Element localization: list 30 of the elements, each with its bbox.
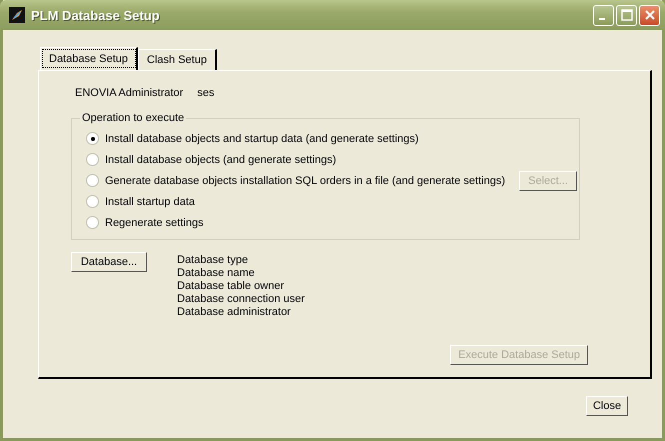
database-button[interactable]: Database...: [71, 252, 147, 272]
app-icon: [9, 7, 25, 23]
radio-option[interactable]: Install startup data: [86, 195, 195, 208]
database-info-label: Database connection user: [177, 293, 305, 306]
close-dialog-button[interactable]: Close: [586, 396, 628, 416]
admin-label: ENOVIA Administrator: [75, 87, 184, 99]
database-info-label: Database administrator: [177, 306, 292, 319]
close-button[interactable]: [639, 4, 660, 26]
minimize-button[interactable]: [593, 4, 614, 26]
radio-option[interactable]: Generate database objects installation SQL orders in a file (and generate settings): [86, 174, 506, 187]
radio-button[interactable]: [86, 153, 99, 166]
database-info-label: Database table owner: [177, 280, 286, 293]
group-title: Operation to execute: [81, 112, 186, 124]
radio-option[interactable]: Install database objects and startup data (and generate settings): [86, 132, 419, 145]
radio-button[interactable]: [86, 132, 99, 145]
window-title: PLM Database Setup: [31, 8, 161, 22]
maximize-button[interactable]: [616, 4, 637, 26]
minimize-icon: [598, 18, 604, 20]
radio-button[interactable]: [86, 195, 99, 208]
radio-option[interactable]: Regenerate settings: [86, 216, 204, 229]
radio-button[interactable]: [86, 174, 99, 187]
maximize-icon: [620, 9, 632, 21]
tab[interactable]: Database Setup: [40, 47, 138, 70]
radio-button[interactable]: [86, 216, 99, 229]
database-info-label: Database type: [177, 254, 249, 267]
radio-option[interactable]: Install database objects (and generate settings): [86, 153, 336, 166]
admin-value: ses: [197, 87, 214, 99]
tab[interactable]: Clash Setup: [138, 49, 217, 70]
close-icon: [644, 9, 656, 21]
database-info-label: Database name: [177, 267, 256, 280]
